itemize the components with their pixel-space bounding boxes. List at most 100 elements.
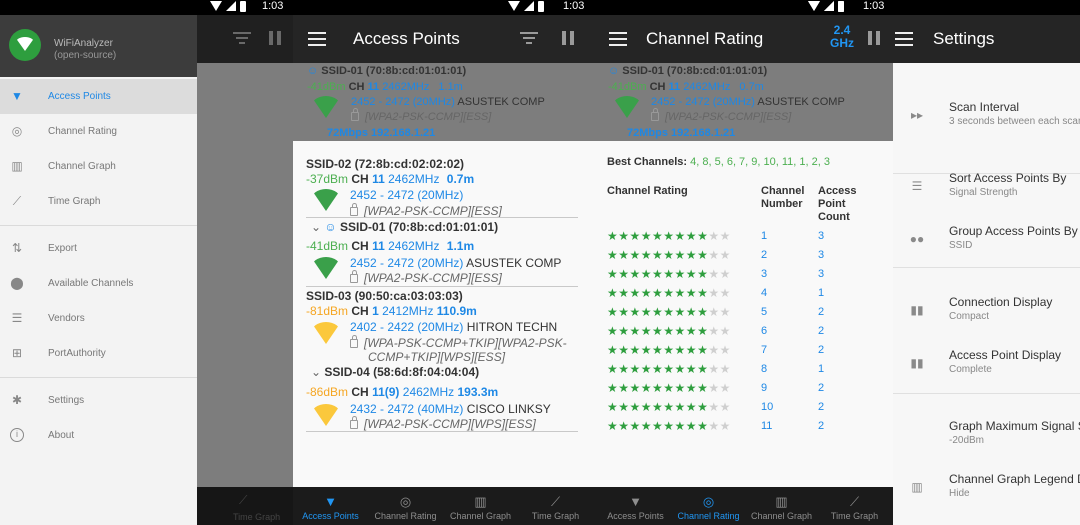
ap-ssid: SSID-04 (58:6d:8f:04:04:04) — [324, 365, 480, 379]
connected-ap-card[interactable]: ☺ SSID-01 (70:8b:cd:01:01:01) -41dBm CH … — [293, 63, 598, 141]
nav-access-points[interactable]: ▼ Access Points — [293, 487, 368, 521]
menu-icon[interactable] — [895, 32, 913, 46]
info-icon: i — [10, 428, 24, 442]
connected-ch-number: 11 — [668, 81, 681, 93]
list-divider — [306, 286, 578, 287]
drawer-item-vendors[interactable]: ☰ Vendors — [0, 301, 197, 336]
band-toggle[interactable]: 2.4 GHz — [830, 24, 854, 50]
drawer-item-label: Vendors — [48, 313, 85, 324]
drawer-item-about[interactable]: i About — [0, 418, 197, 453]
ap-freq: 2412MHz — [382, 304, 434, 318]
list-divider — [306, 217, 578, 218]
connected-smile-icon: ☺ — [324, 220, 337, 234]
drawer-item-settings[interactable]: ✱ Settings — [0, 383, 197, 418]
drawer-item-label: About — [48, 430, 75, 441]
wifi-icon: ▼ — [11, 89, 23, 103]
drawer-item-available-channels[interactable]: ⬤ Available Channels — [0, 266, 197, 301]
setting-title: Access Point Display — [949, 348, 1062, 362]
ap-sec-line: [WPA-PSK-CCMP+TKIP][WPA2-PSK- — [350, 335, 567, 350]
setting-group-by[interactable]: ●● Group Access Points By SSID — [893, 214, 1080, 274]
nav-channel-graph[interactable]: ▥ Channel Graph — [443, 487, 518, 521]
filter-icon[interactable] — [520, 32, 538, 46]
status-time: 1:03 — [863, 0, 885, 12]
connected-smile-icon: ☺ — [608, 65, 620, 77]
connected-ap-card[interactable]: ☺ SSID-01 (70:8b:cd:01:01:01) -41dBm CH … — [598, 63, 893, 141]
connected-dbm: -41dBm — [608, 81, 647, 93]
nav-time-graph[interactable]: ⟋ Time Graph — [817, 487, 892, 521]
col-header-line: Point — [818, 198, 846, 210]
ap-dist: 193.3m — [457, 385, 499, 399]
setting-title: Connection Display — [949, 295, 1053, 309]
setting-connection-display[interactable]: ▮▮ Connection Display Compact — [893, 285, 1080, 345]
nav-label: Access Points — [302, 511, 359, 521]
pause-icon[interactable] — [868, 31, 880, 45]
channel-number: 2 — [761, 249, 768, 261]
ap-range: 2452 - 2472 (20MHz) — [350, 256, 464, 270]
line-chart-icon: ⟋ — [849, 494, 860, 509]
nav-channel-graph[interactable]: ▥ Channel Graph — [744, 487, 819, 521]
pause-icon[interactable] — [562, 31, 574, 45]
col-header-line: Number — [761, 198, 803, 210]
menu-icon[interactable] — [308, 32, 326, 46]
drawer-item-channel-graph[interactable]: ▥ Channel Graph — [0, 149, 197, 184]
setting-title: Graph Maximum Signal S — [949, 419, 1080, 433]
sort-icon: ☰ — [911, 179, 923, 193]
bar-chart-icon: ▥ — [775, 494, 788, 509]
nav-channel-rating[interactable]: ◎ Channel Rating — [368, 487, 443, 521]
ap-dbm: -81dBm — [306, 304, 349, 318]
list-divider — [306, 431, 578, 432]
drawer-item-export[interactable]: ⇅ Export — [0, 231, 197, 266]
connected-ssid-text: SSID-01 (70:8b:cd:01:01:01) — [622, 65, 768, 77]
bottom-nav: ▼ Access Points ◎ Channel Rating ▥ Chann… — [598, 487, 893, 525]
view-icon: ▮▮ — [910, 356, 924, 370]
nav-label: Time Graph — [830, 511, 879, 521]
ap-vendor: HITRON TECHN — [466, 320, 558, 334]
status-bar — [893, 0, 1080, 15]
nav-channel-rating[interactable]: ◎ Channel Rating — [671, 487, 746, 521]
lock-icon — [350, 203, 358, 216]
nav-access-points[interactable]: ▼ Access Points — [598, 487, 673, 521]
setting-summary: Hide — [949, 488, 970, 499]
drawer-item-label: Channel Rating — [48, 126, 117, 137]
settings-screen: Settings ▸▸ Scan Interval 3 seconds betw… — [893, 0, 1080, 525]
battery-icon — [240, 1, 246, 12]
nav-label: Access Points — [607, 511, 664, 521]
setting-scan-interval[interactable]: ▸▸ Scan Interval 3 seconds between each … — [893, 90, 1080, 150]
ap-ssid: SSID-03 (90:50:ca:03:03:03) — [306, 289, 463, 303]
signal-strength-icon — [311, 257, 341, 279]
ap-ch-label: CH — [351, 239, 369, 253]
star-rating: ★★★★★★★★★★★ — [607, 229, 731, 243]
ap-range-line: 2432 - 2472 (40MHz) CISCO LINKSY — [350, 402, 551, 416]
status-bar: 1:03 — [293, 0, 598, 15]
channel-number: 1 — [761, 230, 768, 242]
drawer-item-label: Export — [48, 243, 77, 254]
bg-nav-label: Time Graph — [233, 512, 281, 522]
channel-rating-icon: ◎ — [702, 494, 715, 509]
table-row: ★★★★★★★★★★★ 1 3 — [598, 229, 893, 248]
channel-number: 7 — [761, 344, 768, 356]
nav-time-graph[interactable]: ⟋ Time Graph — [518, 487, 593, 521]
setting-summary: Signal Strength — [949, 187, 1018, 198]
setting-title: Sort Access Points By — [949, 171, 1067, 185]
drawer-item-channel-rating[interactable]: ◎ Channel Rating — [0, 114, 197, 149]
ap-ch-number: 11 — [372, 239, 385, 253]
setting-graph-max-signal[interactable]: Graph Maximum Signal S -20dBm — [893, 409, 1080, 469]
chevron-down-icon: ⌄ — [311, 220, 322, 234]
ap-range: 2402 - 2422 (20MHz) — [350, 320, 464, 334]
setting-channel-graph-legend[interactable]: ▥ Channel Graph Legend D Hide — [893, 462, 1080, 522]
drawer-item-portauthority[interactable]: ⊞ PortAuthority — [0, 336, 197, 371]
setting-summary: Complete — [949, 364, 992, 375]
ap-dbm: -86dBm — [306, 385, 349, 399]
drawer-item-access-points[interactable]: ▼ Access Points — [0, 79, 197, 114]
setting-ap-display[interactable]: ▮▮ Access Point Display Complete — [893, 338, 1080, 398]
signal-strength-icon — [311, 189, 341, 211]
channel-rating-icon: ◎ — [399, 494, 412, 509]
ap-ch-label: CH — [351, 304, 369, 318]
drawer-item-time-graph[interactable]: ⟋ Time Graph — [0, 184, 197, 219]
ap-range: 2432 - 2472 (40MHz) — [350, 402, 464, 416]
filter-icon — [233, 32, 251, 46]
setting-sort-by[interactable]: ☰ Sort Access Points By Signal Strength — [893, 161, 1080, 221]
ap-sec-line: [WPA2-PSK-CCMP][WPS][ESS] — [350, 416, 536, 431]
table-row: ★★★★★★★★★★★ 7 2 — [598, 343, 893, 362]
menu-icon[interactable] — [609, 32, 627, 46]
